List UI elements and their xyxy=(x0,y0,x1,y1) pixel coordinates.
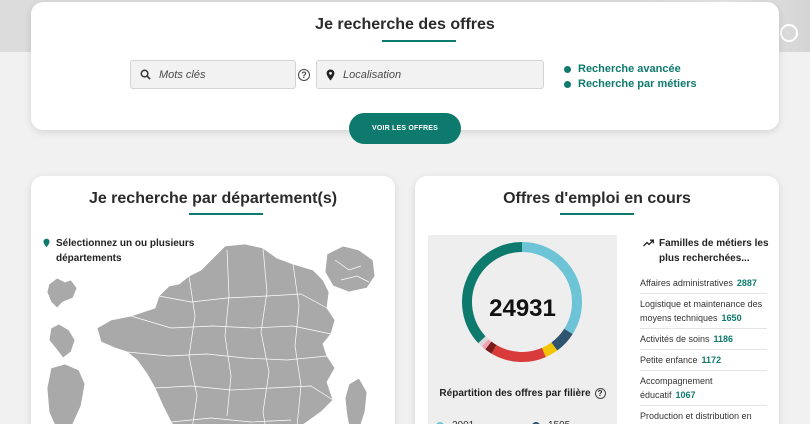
family-count: 1172 xyxy=(701,355,722,365)
mainland-map[interactable] xyxy=(96,243,336,424)
search-by-jobs-link[interactable]: Recherche par métiers xyxy=(564,78,697,90)
offers-card: Offres d'emploi en cours 24931 Répartiti… xyxy=(415,176,779,424)
family-label: Activités de soins xyxy=(640,334,710,344)
donut-slice[interactable] xyxy=(462,242,523,344)
advanced-search-label: Recherche avancée xyxy=(578,63,681,75)
corsica-shape[interactable] xyxy=(344,377,368,424)
families-heading: Familles de métiers les plus recherchées… xyxy=(643,236,773,266)
department-card: Je recherche par département(s) Sélectio… xyxy=(31,176,395,424)
donut-slice[interactable] xyxy=(485,341,497,354)
search-by-jobs-label: Recherche par métiers xyxy=(578,78,697,90)
family-label: Petite enfance xyxy=(640,355,698,365)
donut-slice[interactable] xyxy=(478,336,489,347)
family-count: 1067 xyxy=(675,390,696,400)
france-map[interactable] xyxy=(31,236,395,424)
legend-item: 1595 xyxy=(532,420,570,424)
department-title: Je recherche par département(s) xyxy=(88,190,338,207)
family-item[interactable]: Affaires administratives 2887 xyxy=(640,273,767,294)
trending-up-icon xyxy=(643,239,654,247)
search-icon xyxy=(140,69,151,80)
family-count: 1186 xyxy=(713,334,734,344)
donut-panel: 24931 Répartition des offres par filière… xyxy=(428,235,617,424)
help-icon[interactable]: ? xyxy=(298,69,310,81)
family-item[interactable]: Accompagnement éducatif 1067 xyxy=(640,371,767,406)
legend-value: 1595 xyxy=(548,420,570,424)
keywords-input[interactable]: Mots clés xyxy=(130,60,296,89)
family-item[interactable]: Logistique et maintenance des moyens tec… xyxy=(640,294,767,329)
family-item[interactable]: Petite enfance 1172 xyxy=(640,350,767,371)
donut-slice[interactable] xyxy=(481,339,492,350)
bullet-icon xyxy=(564,65,571,73)
repartition-label: Répartition des offres par filière xyxy=(439,388,591,399)
offers-title: Offres d'emploi en cours xyxy=(503,190,691,207)
title-underline xyxy=(189,213,263,215)
family-label: Affaires administratives xyxy=(640,278,733,288)
keywords-placeholder: Mots clés xyxy=(159,68,206,81)
advanced-search-link[interactable]: Recherche avancée xyxy=(564,63,681,75)
donut-slice[interactable] xyxy=(551,328,573,351)
offers-total: 24931 xyxy=(489,295,556,322)
view-offers-button[interactable]: VOIR LES OFFRES xyxy=(349,113,461,144)
location-input[interactable]: Localisation xyxy=(316,60,544,89)
bullet-icon xyxy=(564,80,571,88)
family-item[interactable]: Activités de soins 1186 xyxy=(640,329,767,350)
donut-slice[interactable] xyxy=(541,342,558,358)
family-item[interactable]: Production et distribution en xyxy=(640,406,767,424)
family-label: Production et distribution en xyxy=(640,411,752,421)
guadeloupe-shape[interactable] xyxy=(46,277,78,309)
legend-value: 2001 xyxy=(452,420,474,424)
repartition-heading: Répartition des offres par filière ? xyxy=(428,388,617,399)
legend-item: 2001 xyxy=(436,420,474,424)
title-underline xyxy=(560,213,634,215)
help-icon[interactable]: ? xyxy=(594,388,606,399)
location-placeholder: Localisation xyxy=(343,68,402,81)
search-title: Je recherche des offres xyxy=(315,16,495,33)
martinique-shape[interactable] xyxy=(48,323,76,359)
family-count: 1650 xyxy=(721,313,742,323)
location-pin-icon xyxy=(326,69,335,80)
families-list: Affaires administratives 2887 Logistique … xyxy=(640,273,767,424)
title-underline xyxy=(382,40,456,42)
families-title: Familles de métiers les plus recherchées… xyxy=(659,238,769,264)
search-card: Je recherche des offres Mots clés ? Loca… xyxy=(31,2,779,130)
family-count: 2887 xyxy=(736,278,757,288)
paris-inset-shape[interactable] xyxy=(324,245,376,293)
family-label: Logistique et maintenance des moyens tec… xyxy=(640,299,763,323)
guyane-shape[interactable] xyxy=(46,363,86,424)
donut-slice[interactable] xyxy=(491,344,546,362)
banner-circle-ornament xyxy=(780,24,798,42)
